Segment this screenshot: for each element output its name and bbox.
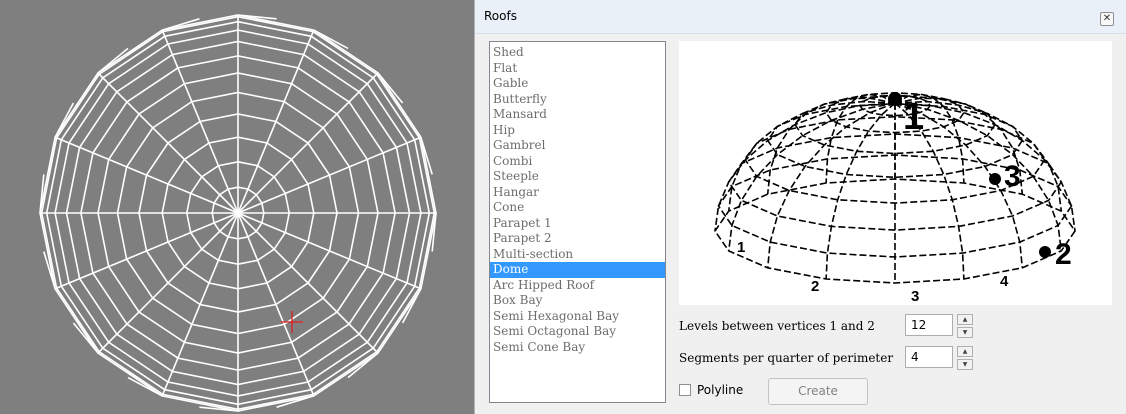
roof-list-item[interactable]: Steeple — [490, 169, 665, 185]
roof-list-item[interactable]: Mansard — [490, 107, 665, 123]
roof-list-item[interactable]: Multi-section — [490, 247, 665, 263]
dome-3d-wireframe — [714, 91, 1076, 284]
polyline-checkbox[interactable] — [679, 384, 691, 396]
dome-3d-illustration: 1 3 2 1 2 3 4 — [714, 91, 1076, 305]
roof-list-item[interactable]: Gable — [490, 76, 665, 92]
roof-list-item[interactable]: Dome — [490, 262, 665, 278]
levels-spinner[interactable]: ▲ ▼ — [957, 314, 973, 338]
roof-type-list[interactable]: Shed Flat Gable Butterfly Mansard Hip Gambrel C… — [489, 41, 666, 403]
roof-list-item[interactable]: Semi Octagonal Bay — [490, 324, 665, 340]
dome-3d-rib — [825, 102, 896, 280]
dome-3d-rib — [766, 102, 896, 268]
levels-value: 12 — [911, 318, 927, 332]
vertex-1-label: 1 — [903, 96, 924, 138]
edge-2-label: 2 — [811, 278, 819, 295]
dome-edge — [347, 352, 379, 379]
roof-list-item[interactable]: Hangar — [490, 185, 665, 201]
spin-down-icon[interactable]: ▼ — [957, 327, 973, 338]
roof-list-item[interactable]: Gambrel — [490, 138, 665, 154]
dome-plan-drawing — [39, 14, 437, 412]
roof-list-item[interactable]: Semi Hexagonal Bay — [490, 309, 665, 325]
roof-list-item[interactable]: Shed — [490, 45, 665, 61]
edge-1-label: 1 — [737, 239, 745, 256]
drawing-viewport[interactable] — [0, 0, 474, 414]
dome-edge — [377, 72, 404, 104]
roof-list-item[interactable]: Parapet 2 — [490, 231, 665, 247]
polyline-label: Polyline — [697, 383, 744, 397]
roof-list-item[interactable]: Butterfly — [490, 92, 665, 108]
segments-spinner[interactable]: ▲ ▼ — [957, 346, 973, 370]
segments-value: 4 — [911, 350, 919, 364]
vertex-1-marker — [888, 92, 902, 106]
close-button[interactable]: ✕ — [1100, 12, 1114, 26]
spin-up-icon[interactable]: ▲ — [957, 346, 973, 357]
dome-edge — [54, 102, 75, 138]
roofs-dialog: Roofs ✕ Shed Flat Gable Butterfly Mansard Hip… — [474, 0, 1126, 414]
roof-preview: 1 3 2 1 2 3 4 — [679, 41, 1112, 305]
close-icon: ✕ — [1102, 13, 1112, 24]
vertex-3-label: 3 — [1004, 160, 1021, 193]
vertex-2-label: 2 — [1055, 238, 1072, 271]
spin-up-icon[interactable]: ▲ — [957, 314, 973, 325]
roof-list-item[interactable]: Cone — [490, 200, 665, 216]
roof-list-item[interactable]: Semi Cone Bay — [490, 340, 665, 356]
vertex-2-marker — [1039, 246, 1051, 258]
roof-list-item[interactable]: Box Bay — [490, 293, 665, 309]
levels-input[interactable]: 12 — [905, 314, 953, 336]
edge-3-label: 3 — [911, 288, 919, 305]
roof-list-item[interactable]: Hip — [490, 123, 665, 139]
spin-down-icon[interactable]: ▼ — [957, 359, 973, 370]
dome-edge — [401, 288, 422, 324]
dome-wireframe — [39, 14, 437, 412]
levels-label: Levels between vertices 1 and 2 — [679, 319, 875, 333]
roof-list-item[interactable]: Flat — [490, 61, 665, 77]
title-bar: Roofs ✕ — [475, 0, 1126, 34]
dome-edge — [97, 47, 129, 74]
dome-edge — [127, 376, 163, 397]
roof-list-item[interactable]: Combi — [490, 154, 665, 170]
roof-list-item[interactable]: Arc Hipped Roof — [490, 278, 665, 294]
roof-list-item[interactable]: Parapet 1 — [490, 216, 665, 232]
window-title: Roofs — [484, 9, 517, 23]
dome-edge — [72, 322, 99, 354]
dome-edge — [313, 29, 349, 50]
edge-4-label: 4 — [1000, 273, 1009, 290]
create-button[interactable]: Create — [768, 378, 868, 405]
segments-input[interactable]: 4 — [905, 346, 953, 368]
segments-label: Segments per quarter of perimeter — [679, 351, 894, 365]
vertex-3-marker — [989, 173, 1001, 185]
